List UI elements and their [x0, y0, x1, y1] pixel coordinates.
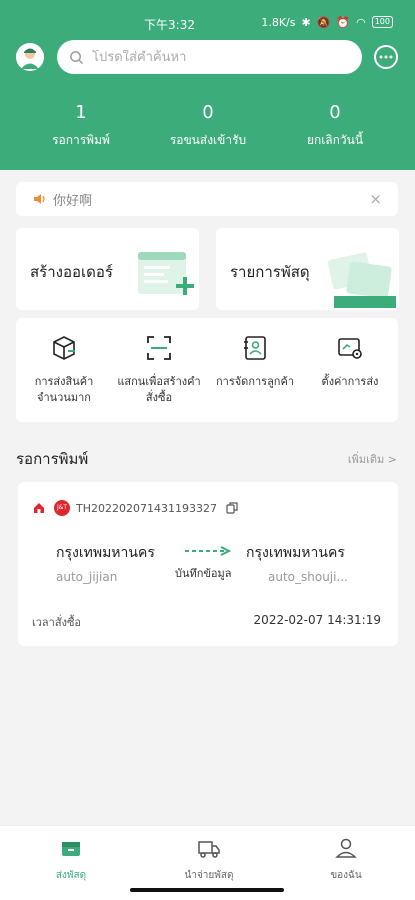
tab-label: ส่งพัสดุ [55, 870, 87, 881]
order-card[interactable]: J&T TH202202071431193327 กรุงเทพมหานคร a… [18, 482, 398, 646]
alarm-icon: ⏰ [336, 15, 351, 29]
stat-pending-pickup[interactable]: 0 รอขนส่งเข้ารับ [139, 102, 277, 150]
stat-label: ยกเลิกวันนี้ [306, 133, 364, 147]
network-speed: 1.8K/s [261, 15, 296, 29]
parcel-list-icon [327, 252, 396, 308]
action-label: ตั้งค่าการส่ง [321, 375, 379, 388]
bulk-shipping-action[interactable]: การส่งสินค้า จำนวนมาก [16, 334, 112, 406]
receiver-name: auto_shouji... [268, 570, 348, 584]
receiver-city: กรุงเทพมหานคร [246, 545, 345, 561]
battery-icon: 100 [371, 16, 393, 28]
avatar[interactable] [16, 43, 44, 71]
wifi-icon: ◠ [356, 15, 366, 29]
speaker-icon [34, 194, 45, 204]
status-time: 下午3:32 [144, 18, 195, 32]
stat-cancelled-today[interactable]: 0 ยกเลิกวันนี้ [266, 102, 404, 150]
quick-actions: การส่งสินค้า จำนวนมาก แสกนเพื่อสร้างคำ สั่… [16, 318, 398, 422]
shipping-settings-action[interactable]: ตั้งค่าการส่ง [302, 334, 398, 390]
sender-name: auto_jijian [56, 570, 118, 584]
bluetooth-icon: ✱ [301, 15, 311, 29]
status-bar: 下午3:32 1.8K/s ✱ 🔕 ⏰ ◠ 100 [0, 10, 415, 36]
tab-send-parcel[interactable]: ส่งพัสดุ [2, 836, 140, 883]
more-link[interactable]: เพิ่มเติม > [348, 450, 397, 468]
arrow-right-icon [185, 546, 231, 556]
create-order-label: สร้างออเดอร์ [30, 263, 113, 281]
mute-icon: 🔕 [316, 15, 331, 29]
record-info-label[interactable]: บันทึกข้อมูล [175, 564, 232, 582]
box-icon [53, 336, 75, 360]
stat-pending-print[interactable]: 1 รอการพิมพ์ [12, 102, 150, 150]
scan-icon [147, 336, 171, 360]
header: 下午3:32 1.8K/s ✱ 🔕 ⏰ ◠ 100 โปรดใส่คำค้นหา… [0, 0, 415, 170]
sender-city: กรุงเทพมหานคร [56, 545, 155, 561]
order-time-label: เวลาสั่งซื้อ [32, 616, 82, 629]
scan-create-order-action[interactable]: แสกนเพื่อสร้างคำ สั่งซื้อ [111, 334, 207, 406]
tab-profile[interactable]: ของฉัน [277, 836, 415, 883]
home-icon [34, 503, 44, 513]
tab-label: ของฉัน [330, 870, 362, 881]
truck-icon [198, 841, 220, 858]
notice-bar[interactable]: 你好啊 × [16, 182, 398, 216]
courier-logo-icon: J&T [54, 500, 70, 516]
search-bar[interactable] [57, 40, 362, 74]
stat-label: รอขนส่งเข้ารับ [169, 133, 247, 147]
chat-icon[interactable] [374, 45, 398, 69]
home-indicator [130, 888, 284, 892]
status-icons: 1.8K/s ✱ 🔕 ⏰ ◠ 100 [261, 16, 393, 28]
tab-deliver-parcel[interactable]: นำจ่ายพัสดุ [140, 836, 278, 883]
section-title: รอการพิมพ์ [16, 450, 89, 468]
tab-label: นำจ่ายพัสดุ [184, 870, 234, 881]
order-header: J&T TH202202071431193327 [32, 500, 238, 516]
action-label: แสกนเพื่อสร้างคำ สั่งซื้อ [117, 375, 201, 404]
tracking-number: TH202202071431193327 [76, 501, 217, 515]
settings-icon [338, 338, 362, 359]
stat-label: รอการพิมพ์ [52, 133, 110, 147]
contacts-icon [244, 336, 266, 360]
create-order-card[interactable]: สร้างออเดอร์ [16, 228, 199, 310]
parcel-send-icon [62, 842, 80, 856]
user-icon [335, 838, 357, 858]
close-icon[interactable]: × [369, 190, 382, 208]
customer-management-action[interactable]: การจัดการลูกค้า [207, 334, 303, 390]
create-order-icon [138, 252, 194, 295]
stat-value: 0 [329, 102, 341, 123]
stat-value: 0 [202, 102, 214, 123]
parcel-list-card[interactable]: รายการพัสดุ [216, 228, 399, 310]
search-icon [70, 50, 84, 64]
order-time-value: 2022-02-07 14:31:19 [253, 613, 381, 627]
parcel-list-label: รายการพัสดุ [230, 263, 310, 281]
notice-text: 你好啊 [53, 193, 93, 209]
action-label: การจัดการลูกค้า [215, 375, 294, 388]
action-label: การส่งสินค้า จำนวนมาก [34, 375, 94, 404]
search-input[interactable] [92, 49, 332, 65]
copy-icon[interactable] [226, 502, 238, 514]
stat-value: 1 [75, 102, 87, 123]
